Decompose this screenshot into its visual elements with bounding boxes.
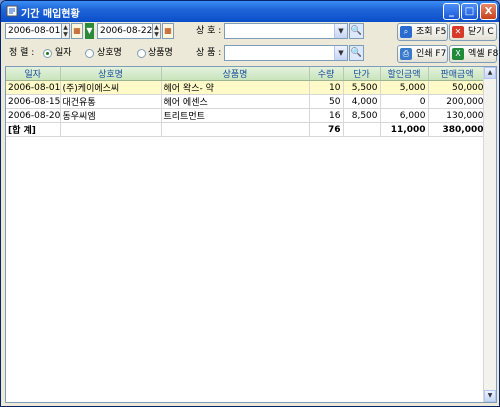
cell-shop[interactable]: 대건유통 (60, 94, 162, 109)
total-discount: 11,000 (380, 122, 429, 137)
sales-table: 일자 상호명 상품명 수량 단가 할인금액 판매금액 2006-08-01 (주… (6, 67, 487, 137)
cell-amount[interactable]: 200,000 (428, 94, 487, 109)
title-bar[interactable]: 기간 매입현황 _ □ X (1, 1, 499, 22)
sort-option-shop[interactable]: 상호명 (97, 45, 122, 61)
cell-shop[interactable]: 동우씨엠 (60, 108, 162, 123)
column-header-product[interactable]: 상품명 (161, 67, 310, 81)
table-header-row: 일자 상호명 상품명 수량 단가 할인금액 판매금액 (6, 67, 487, 81)
cell-discount[interactable]: 0 (380, 94, 429, 109)
product-combobox[interactable]: ▼ (224, 45, 348, 61)
column-header-price[interactable]: 단가 (343, 67, 381, 81)
cell-price[interactable]: 5,500 (343, 80, 381, 95)
column-header-shop[interactable]: 상호명 (60, 67, 162, 81)
chevron-down-icon[interactable]: ▼ (334, 24, 347, 38)
column-header-amount[interactable]: 판매금액 (428, 67, 487, 81)
date-from-field[interactable]: 2006-08-01 (5, 23, 62, 39)
calendar-icon[interactable]: ▦ (71, 23, 83, 39)
cell-amount[interactable]: 130,000 (428, 108, 487, 123)
table-row[interactable]: 2006-08-20 동우씨엠 트리트먼트 16 8,500 6,000 130… (6, 108, 487, 123)
vertical-scrollbar[interactable]: ▲ ▼ (483, 67, 496, 402)
window-title: 기간 매입현황 (21, 9, 80, 20)
cell-price[interactable]: 8,500 (343, 108, 381, 123)
total-empty-shop (60, 122, 162, 137)
search-icon: 🔍 (350, 48, 363, 58)
cell-date[interactable]: 2006-08-20 (6, 108, 61, 123)
close-window-button[interactable]: X (480, 3, 497, 20)
scroll-down-icon[interactable]: ▼ (484, 390, 496, 402)
chevron-down-icon[interactable]: ▼ (334, 46, 347, 60)
search-icon: 🔍 (350, 26, 363, 36)
app-icon (6, 5, 18, 17)
total-amount: 380,000 (428, 122, 487, 137)
column-header-qty[interactable]: 수량 (309, 67, 344, 81)
total-row: [합 계] 76 11,000 380,000 (6, 122, 487, 137)
table-row[interactable]: 2006-08-15 대건유통 헤어 에센스 50 4,000 0 200,00… (6, 94, 487, 109)
close-button[interactable]: ✕ 닫기 C (449, 23, 497, 41)
total-empty-product (161, 122, 310, 137)
filter-row-2: 정 렬 : 일자 상호명 상품명 상 품 : ▼ 🔍 ⎙ 인쇄 F7 X 엑셀 … (5, 45, 499, 63)
total-label: [합 계] (6, 122, 61, 137)
excel-icon: X (452, 48, 464, 60)
column-header-discount[interactable]: 할인금액 (380, 67, 429, 81)
spin-up-icon[interactable]: ▲ (62, 24, 69, 31)
main-window: 기간 매입현황 _ □ X 2006-08-01 ▲ ▼ ▦ ▼ 2006-08-… (0, 0, 500, 407)
print-button[interactable]: ⎙ 인쇄 F7 (397, 45, 448, 63)
shop-search-button[interactable]: 🔍 (349, 23, 364, 39)
product-label: 상 품 : (196, 48, 222, 58)
cell-qty[interactable]: 50 (309, 94, 344, 109)
search-icon: ⌕ (400, 26, 412, 38)
cell-price[interactable]: 4,000 (343, 94, 381, 109)
cell-product[interactable]: 헤어 왁스- 약 (161, 80, 310, 95)
spin-down-icon[interactable]: ▼ (153, 31, 160, 38)
cell-date[interactable]: 2006-08-15 (6, 94, 61, 109)
sort-radio-date[interactable] (43, 49, 52, 58)
cell-amount[interactable]: 50,000 (428, 80, 487, 95)
query-button[interactable]: ⌕ 조회 F5 (397, 23, 448, 41)
sort-radio-product[interactable] (137, 49, 146, 58)
date-to-field[interactable]: 2006-08-22 (97, 23, 153, 39)
spin-down-icon[interactable]: ▼ (62, 31, 69, 38)
excel-label: 엑셀 F8 (468, 49, 499, 59)
column-header-date[interactable]: 일자 (6, 67, 61, 81)
excel-button[interactable]: X 엑셀 F8 (449, 45, 499, 63)
sort-label: 정 렬 : (9, 48, 35, 58)
data-grid[interactable]: 일자 상호명 상품명 수량 단가 할인금액 판매금액 2006-08-01 (주… (5, 66, 497, 403)
cell-discount[interactable]: 6,000 (380, 108, 429, 123)
query-label: 조회 F5 (416, 27, 447, 37)
cell-qty[interactable]: 10 (309, 80, 344, 95)
calendar-icon[interactable]: ▦ (162, 23, 174, 39)
shop-label: 상 호 : (196, 26, 222, 36)
sort-radio-shop[interactable] (85, 49, 94, 58)
close-label: 닫기 C (468, 27, 494, 37)
scroll-up-icon[interactable]: ▲ (484, 67, 496, 79)
date-to-spinner[interactable]: ▲ ▼ (152, 23, 161, 39)
cell-shop[interactable]: (주)케이에스씨 (60, 80, 162, 95)
filter-row-1: 2006-08-01 ▲ ▼ ▦ ▼ 2006-08-22 ▲ ▼ ▦ 상 호 : … (5, 23, 497, 41)
spin-up-icon[interactable]: ▲ (153, 24, 160, 31)
print-label: 인쇄 F7 (416, 49, 447, 59)
product-search-button[interactable]: 🔍 (349, 45, 364, 61)
date-range-arrow-icon: ▼ (85, 23, 94, 39)
date-from-spinner[interactable]: ▲ ▼ (61, 23, 70, 39)
printer-icon: ⎙ (400, 48, 412, 60)
sort-option-product[interactable]: 상품명 (148, 45, 173, 61)
sort-option-date[interactable]: 일자 (55, 45, 72, 61)
table-row[interactable]: 2006-08-01 (주)케이에스씨 헤어 왁스- 약 10 5,500 5,… (6, 80, 487, 95)
cell-discount[interactable]: 5,000 (380, 80, 429, 95)
maximize-button[interactable]: □ (461, 3, 478, 20)
cell-product[interactable]: 헤어 에센스 (161, 94, 310, 109)
total-qty: 76 (309, 122, 344, 137)
cell-qty[interactable]: 16 (309, 108, 344, 123)
cell-product[interactable]: 트리트먼트 (161, 108, 310, 123)
total-price (343, 122, 381, 137)
close-icon: ✕ (452, 26, 464, 38)
minimize-button[interactable]: _ (443, 3, 460, 20)
shop-combobox[interactable]: ▼ (224, 23, 348, 39)
cell-date[interactable]: 2006-08-01 (6, 80, 61, 95)
